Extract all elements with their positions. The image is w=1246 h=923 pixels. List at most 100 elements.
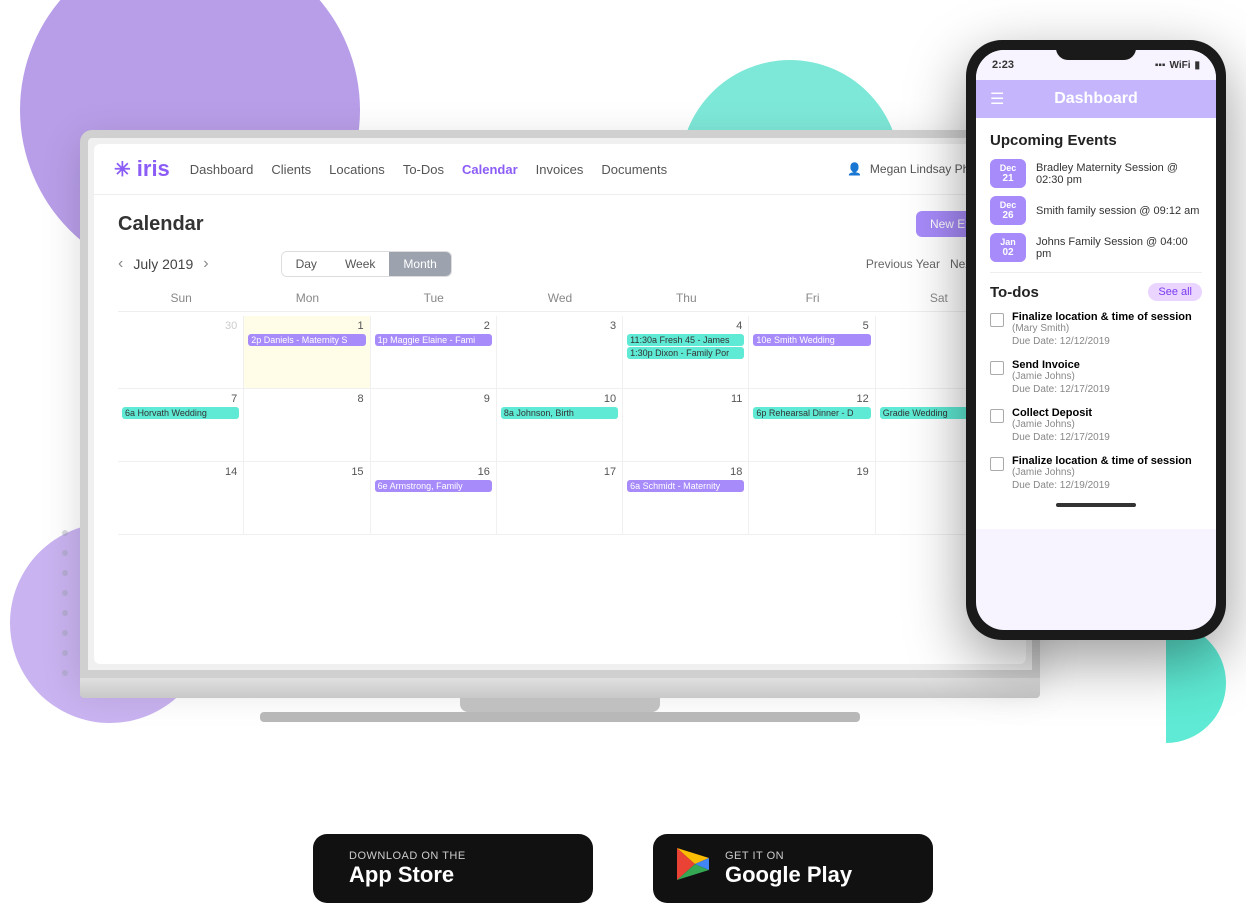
cal-cell-jul1[interactable]: 1 2p Daniels - Maternity S [244, 316, 370, 388]
nav-documents[interactable]: Documents [601, 162, 667, 177]
google-play-prefix: GET IT ON [725, 850, 852, 862]
event-horvath: 6a Horvath Wedding [122, 407, 239, 419]
cal-cell-jul15[interactable]: 15 [244, 462, 370, 534]
phone-time: 2:23 [992, 59, 1014, 71]
nav-invoices[interactable]: Invoices [536, 162, 584, 177]
todo-checkbox-1[interactable] [990, 361, 1004, 375]
todo-item-0: Finalize location & time of session (Mar… [990, 311, 1202, 347]
day-fri: Fri [749, 291, 875, 305]
day-thu: Thu [623, 291, 749, 305]
cal-cell-jul18[interactable]: 18 6a Schmidt - Maternity [623, 462, 749, 534]
month-view-button[interactable]: Month [389, 252, 450, 276]
cal-cell-jul16[interactable]: 16 6e Armstrong, Family [371, 462, 497, 534]
event-text-2: Johns Family Session @ 04:00 pm [1036, 236, 1202, 260]
todo-item-3: Finalize location & time of session (Jam… [990, 455, 1202, 491]
event-text-0: Bradley Maternity Session @ 02:30 pm [1036, 162, 1202, 186]
event-armstrong: 6e Armstrong, Family [375, 480, 492, 492]
apple-store-button[interactable]: Download on the App Store [313, 834, 593, 903]
cal-cell-jul10[interactable]: 10 8a Johnson, Birth [497, 389, 623, 461]
laptop-base [80, 678, 1040, 698]
calendar-header: Calendar New Event [118, 211, 1002, 237]
todo-content-0: Finalize location & time of session (Mar… [1012, 311, 1192, 347]
day-mon: Mon [244, 291, 370, 305]
phone-inner: 2:23 ▪▪▪ WiFi ▮ ☰ Dashboard Upcoming Eve… [976, 50, 1216, 630]
todo-item-2: Collect Deposit (Jamie Johns) Due Date: … [990, 407, 1202, 443]
cal-cell-jul5[interactable]: 5 10e Smith Wedding [749, 316, 875, 388]
event-smith-wedding: 10e Smith Wedding [753, 334, 870, 346]
home-indicator [1056, 503, 1136, 507]
cal-cell-jul2[interactable]: 2 1p Maggie Elaine - Fami [371, 316, 497, 388]
todo-content-3: Finalize location & time of session (Jam… [1012, 455, 1192, 491]
phone-dashboard-title: Dashboard [1054, 90, 1138, 108]
phone-mockup: 2:23 ▪▪▪ WiFi ▮ ☰ Dashboard Upcoming Eve… [966, 40, 1226, 640]
apple-store-text: Download on the App Store [349, 850, 466, 888]
iris-navbar: ✳ iris Dashboard Clients Locations To-Do… [94, 144, 1026, 195]
calendar-content: Calendar New Event ‹ July 2019 › Day Wee… [94, 195, 1026, 551]
teal-arc-decoration [1166, 623, 1226, 743]
event-rehearsal: 6p Rehearsal Dinner - D [753, 407, 870, 419]
todo-checkbox-3[interactable] [990, 457, 1004, 471]
cal-cell-jun30: 30 [118, 316, 244, 388]
upcoming-events-title: Upcoming Events [990, 132, 1202, 149]
cal-cell-jul14[interactable]: 14 [118, 462, 244, 534]
apple-store-prefix: Download on the [349, 850, 466, 862]
google-play-name: Google Play [725, 862, 852, 888]
nav-clients[interactable]: Clients [271, 162, 311, 177]
phone-outer: 2:23 ▪▪▪ WiFi ▮ ☰ Dashboard Upcoming Eve… [966, 40, 1226, 640]
cal-cell-jul11[interactable]: 11 [623, 389, 749, 461]
nav-dashboard[interactable]: Dashboard [190, 162, 254, 177]
nav-locations[interactable]: Locations [329, 162, 385, 177]
calendar-day-headers: Sun Mon Tue Wed Thu Fri Sat [118, 291, 1002, 312]
see-all-button[interactable]: See all [1148, 283, 1202, 301]
prev-year-button[interactable]: Previous Year [866, 257, 940, 271]
event-item-1: Dec 26 Smith family session @ 09:12 am [990, 196, 1202, 225]
todo-checkbox-2[interactable] [990, 409, 1004, 423]
cal-cell-jul17[interactable]: 17 [497, 462, 623, 534]
day-sun: Sun [118, 291, 244, 305]
iris-nav-links: Dashboard Clients Locations To-Dos Calen… [190, 162, 667, 177]
wifi-icon: WiFi [1169, 60, 1190, 71]
month-nav: ‹ July 2019 › [118, 255, 209, 273]
calendar-row-0: 30 1 2p Daniels - Maternity S 2 1p Maggi… [118, 316, 1002, 389]
event-johnson: 8a Johnson, Birth [501, 407, 618, 419]
calendar-row-1: 7 6a Horvath Wedding 8 9 10 8a Johnson, … [118, 389, 1002, 462]
laptop-screen: ✳ iris Dashboard Clients Locations To-Do… [80, 130, 1040, 678]
nav-todos[interactable]: To-Dos [403, 162, 444, 177]
google-play-button[interactable]: GET IT ON Google Play [653, 834, 933, 903]
nav-calendar[interactable]: Calendar [462, 162, 518, 177]
day-view-button[interactable]: Day [282, 252, 331, 276]
event-text-1: Smith family session @ 09:12 am [1036, 205, 1199, 217]
event-date-2: Jan 02 [990, 233, 1026, 262]
phone-status-icons: ▪▪▪ WiFi ▮ [1155, 60, 1200, 71]
view-mode-buttons: Day Week Month [281, 251, 452, 277]
todos-title: To-dos [990, 284, 1039, 301]
day-wed: Wed [497, 291, 623, 305]
iris-logo-text: iris [137, 156, 170, 182]
calendar-title: Calendar [118, 213, 204, 236]
week-view-button[interactable]: Week [331, 252, 389, 276]
hamburger-menu-icon[interactable]: ☰ [990, 89, 1004, 109]
cal-cell-jul7[interactable]: 7 6a Horvath Wedding [118, 389, 244, 461]
cal-cell-jul8[interactable]: 8 [244, 389, 370, 461]
cal-cell-jul19[interactable]: 19 [749, 462, 875, 534]
event-schmidt: 6a Schmidt - Maternity [627, 480, 744, 492]
cal-cell-jul12[interactable]: 12 6p Rehearsal Dinner - D [749, 389, 875, 461]
prev-month-arrow[interactable]: ‹ [118, 255, 123, 273]
next-month-arrow[interactable]: › [203, 255, 208, 273]
phone-status-bar: 2:23 ▪▪▪ WiFi ▮ [976, 50, 1216, 80]
google-play-icon [675, 846, 711, 891]
laptop-stand [460, 698, 660, 712]
todos-header: To-dos See all [990, 283, 1202, 301]
laptop-mockup: ✳ iris Dashboard Clients Locations To-Do… [80, 130, 1040, 722]
cal-cell-jul4[interactable]: 4 11:30a Fresh 45 - James 1:30p Dixon - … [623, 316, 749, 388]
todo-content-2: Collect Deposit (Jamie Johns) Due Date: … [1012, 407, 1110, 443]
cal-cell-jul9[interactable]: 9 [371, 389, 497, 461]
event-fresh45: 11:30a Fresh 45 - James [627, 334, 744, 346]
todo-checkbox-0[interactable] [990, 313, 1004, 327]
event-dixon: 1:30p Dixon - Family Por [627, 347, 744, 359]
google-play-text: GET IT ON Google Play [725, 850, 852, 888]
event-maggie: 1p Maggie Elaine - Fami [375, 334, 492, 346]
event-item-2: Jan 02 Johns Family Session @ 04:00 pm [990, 233, 1202, 262]
user-avatar-icon: 👤 [847, 162, 862, 176]
cal-cell-jul3[interactable]: 3 [497, 316, 623, 388]
